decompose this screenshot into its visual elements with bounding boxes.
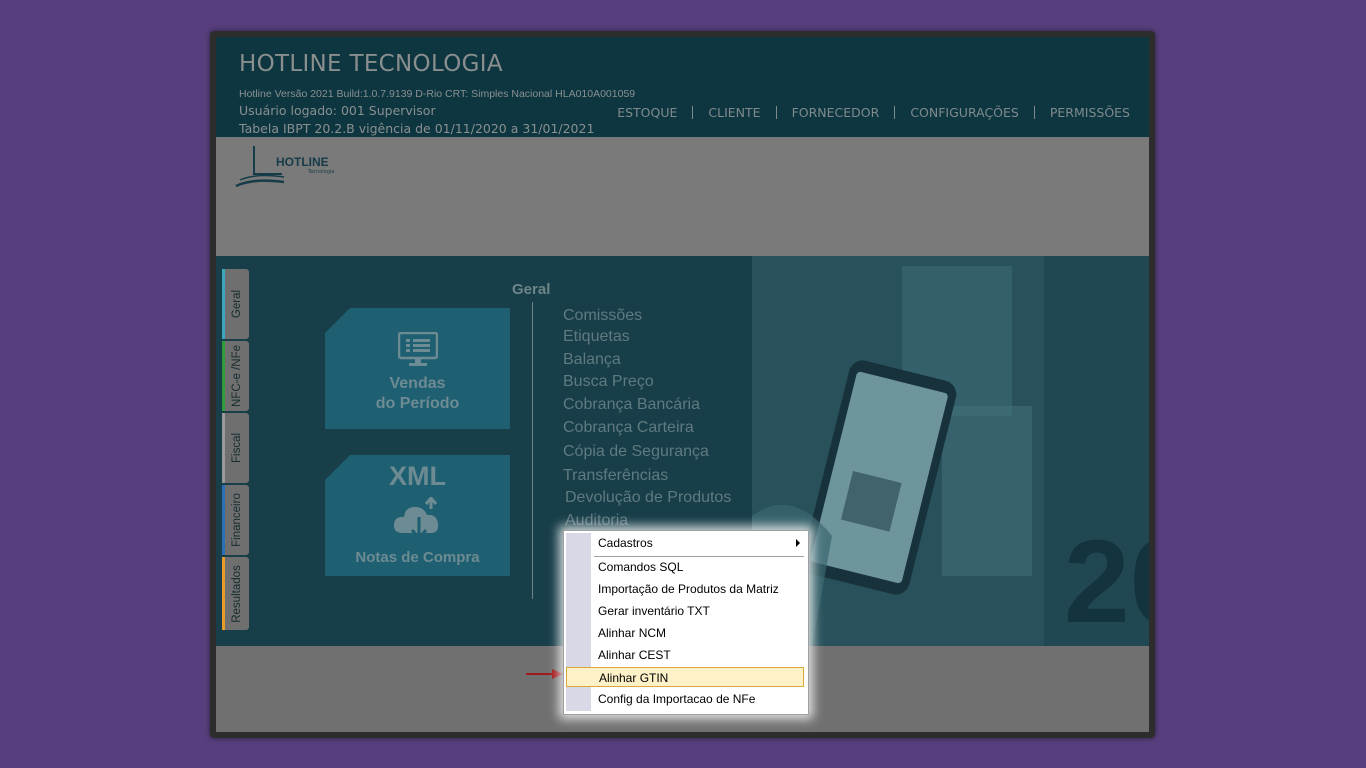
tab-financeiro[interactable]: Financeiro [222,485,249,555]
notas-compra-label: Notas de Compra [355,549,480,566]
ctx-item-label: Cadastros [598,536,653,550]
ctx-item-comandos-sql[interactable]: Comandos SQL [566,557,804,577]
logo-subtext: Tecnologia [308,169,335,175]
menu-cobranca-bancaria[interactable]: Cobrança Bancária [563,396,700,414]
menu-balanca[interactable]: Balança [563,351,621,369]
hotline-logo: HOTLINE Tecnologia [232,142,334,188]
ctx-item-gerar-inventario[interactable]: Gerar inventário TXT [566,601,804,621]
context-menu: Cadastros Comandos SQL Importação de Pro… [563,530,809,715]
menu-devolucao-produtos[interactable]: Devolução de Produtos [565,489,731,507]
nav-cliente[interactable]: CLIENTE [693,106,777,119]
menu-etiquetas[interactable]: Etiquetas [563,328,630,346]
vendas-label: Vendas [389,375,446,392]
tab-resultados[interactable]: Resultados [222,557,249,630]
big-number: 20 [1064,516,1149,646]
nav-fornecedor[interactable]: FORNECEDOR [777,106,896,119]
ctx-item-label: Alinhar CEST [598,648,671,662]
section-divider [532,302,533,599]
xml-notas-compra-tile[interactable]: XML Notas de Compra [325,455,510,576]
nav-estoque[interactable]: ESTOQUE [617,106,694,119]
ctx-item-label: Comandos SQL [598,560,684,574]
tab-resultados-label: Resultados [231,564,243,623]
xml-title: XML [389,461,446,491]
ctx-item-alinhar-cest[interactable]: Alinhar CEST [566,645,804,665]
menu-auditoria[interactable]: Auditoria [565,512,628,530]
submenu-arrow-icon [796,539,800,547]
menu-comissoes[interactable]: Comissões [563,307,642,325]
ctx-item-alinhar-ncm[interactable]: Alinhar NCM [566,623,804,643]
menu-transferencias[interactable]: Transferências [563,467,668,485]
section-title: Geral [512,281,551,298]
ctx-item-label: Alinhar GTIN [599,671,669,685]
tab-geral[interactable]: Geral [222,269,249,339]
user-info: Usuário logado: 001 Supervisor [239,103,436,118]
tab-fiscal[interactable]: Fiscal [222,413,249,483]
ctx-item-alinhar-gtin[interactable]: Alinhar GTIN [566,667,804,687]
menu-cobranca-carteira[interactable]: Cobrança Carteira [563,419,694,437]
nav-permissoes[interactable]: PERMISSÕES [1035,106,1130,119]
monitor-icon [398,332,438,366]
ctx-item-cadastros[interactable]: Cadastros [566,533,804,553]
ctx-item-label: Alinhar NCM [598,626,667,640]
tab-nfce-nfe[interactable]: NFC-e /NFe [222,341,249,411]
logo-band: HOTLINE Tecnologia [216,137,1149,256]
ctx-item-config-importacao-nfe[interactable]: Config da Importacao de NFe [566,689,804,709]
version-info: Hotline Versão 2021 Build:1.0.7.9139 D-R… [239,88,636,100]
periodo-label: do Período [375,395,460,412]
ctx-item-label: Importação de Produtos da Matriz [598,582,779,596]
app-title: HOTLINE TECNOLOGIA [239,51,503,77]
top-nav: ESTOQUE CLIENTE FORNECEDOR CONFIGURAÇÕES… [617,106,1130,119]
menu-copia-seguranca[interactable]: Cópia de Segurança [563,443,709,461]
header-bar: HOTLINE TECNOLOGIA Hotline Versão 2021 B… [216,37,1149,137]
menu-busca-preco[interactable]: Busca Preço [563,373,654,391]
cloud-download-icon [393,497,439,541]
ctx-item-importacao-produtos[interactable]: Importação de Produtos da Matriz [566,579,804,599]
nav-configuracoes[interactable]: CONFIGURAÇÕES [895,106,1035,119]
red-arrow-icon [526,669,563,679]
ctx-item-label: Config da Importacao de NFe [598,692,756,706]
vendas-periodo-tile[interactable]: Vendas do Período [325,308,510,429]
logo-text: HOTLINE [276,155,329,169]
ibpt-info: Tabela IBPT 20.2.B vigência de 01/11/202… [239,121,595,136]
tab-financeiro-label: Financeiro [231,493,243,547]
ctx-item-label: Gerar inventário TXT [598,604,710,618]
side-tabs: Geral NFC-e /NFe Fiscal Financeiro Resul… [216,269,249,630]
tab-geral-label: Geral [231,289,243,319]
tab-nfce-nfe-label: NFC-e /NFe [231,345,243,407]
tab-fiscal-label: Fiscal [231,432,243,464]
